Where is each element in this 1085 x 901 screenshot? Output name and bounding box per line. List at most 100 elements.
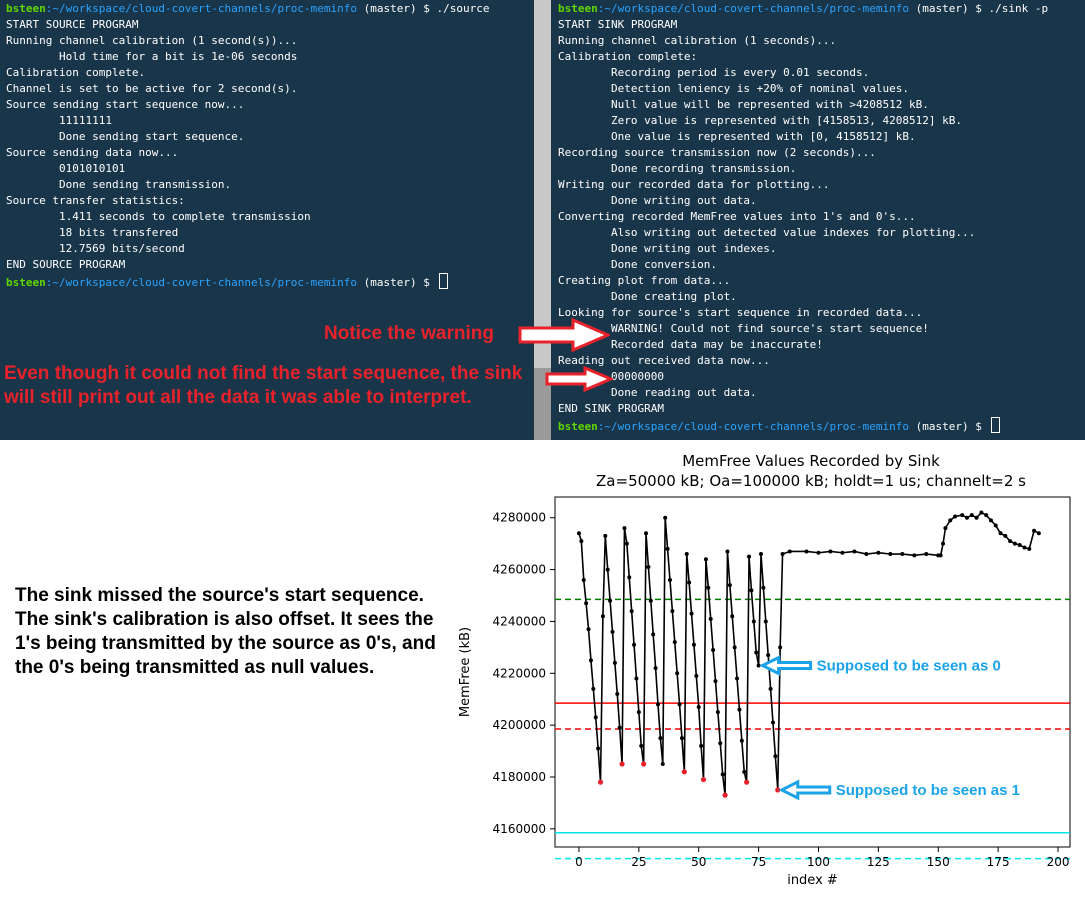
data-point	[646, 565, 651, 569]
one-value-point	[641, 761, 647, 767]
source-line: Done sending start sequence.	[58, 130, 245, 143]
data-point	[778, 645, 783, 650]
data-point	[684, 552, 689, 557]
one-value-point	[619, 761, 625, 767]
data-point	[761, 585, 766, 590]
data-point	[974, 515, 979, 520]
data-point	[644, 531, 649, 536]
data-point	[610, 629, 615, 634]
y-tick-label: 4220000	[493, 666, 546, 680]
data-point	[998, 531, 1003, 536]
sink-prompt-end[interactable]: bsteen:~/workspace/cloud-covert-channels…	[558, 417, 1000, 433]
sink-line: Done writing out data.	[610, 194, 757, 207]
sink-line: Done recording transmission.	[610, 162, 797, 175]
data-point	[1036, 531, 1041, 536]
data-point	[749, 588, 754, 593]
memfree-chart: MemFree Values Recorded by Sink Za=50000…	[458, 452, 1071, 888]
source-line: 18 bits transfered	[58, 226, 179, 239]
one-value-point	[744, 779, 750, 785]
data-point	[1022, 545, 1027, 550]
data-point	[780, 552, 785, 557]
cursor-block	[990, 417, 1000, 433]
x-tick-label: 25	[631, 855, 646, 869]
data-point	[876, 550, 881, 555]
data-point	[632, 642, 637, 647]
data-point	[864, 552, 869, 557]
y-tick-label: 4240000	[493, 614, 546, 628]
data-point	[969, 513, 974, 518]
data-point	[787, 549, 792, 554]
data-point	[665, 546, 670, 551]
data-point	[617, 725, 622, 730]
data-point	[770, 720, 775, 725]
data-point	[689, 611, 694, 616]
sink-print-annotation: Even though it could not find the start …	[4, 363, 523, 408]
data-point	[615, 692, 620, 697]
reference-lines	[555, 598, 1070, 860]
data-point	[1017, 542, 1022, 547]
prompt-branch: (master) $	[357, 2, 437, 15]
data-point	[648, 598, 653, 603]
data-point	[943, 526, 948, 531]
x-tick-label: 100	[807, 855, 830, 869]
data-point	[763, 619, 768, 624]
one-value-point	[700, 776, 707, 783]
data-point	[948, 518, 953, 523]
prompt-path: :~/workspace/cloud-covert-channels/proc-…	[45, 2, 358, 15]
data-point	[924, 552, 929, 557]
source-command: ./source	[436, 2, 490, 15]
data-point	[953, 514, 958, 519]
data-point	[988, 518, 993, 523]
data-point	[751, 619, 756, 624]
data-point	[711, 647, 716, 652]
data-point	[670, 609, 675, 614]
sink-line: WARNING! Could not find source's start s…	[610, 322, 929, 335]
data-point	[627, 575, 632, 580]
series-layer	[576, 510, 1041, 798]
data-point	[1003, 533, 1008, 538]
x-tick-label: 50	[691, 855, 706, 869]
data-point	[586, 627, 591, 632]
data-point	[653, 666, 658, 671]
data-point	[591, 686, 596, 691]
summary-line-1: The sink missed the source's start seque…	[15, 585, 424, 606]
data-arrow-icon	[545, 366, 613, 392]
prompt-path: :~/workspace/cloud-covert-channels/proc-…	[597, 420, 910, 433]
data-point	[677, 702, 682, 707]
data-point	[703, 557, 708, 562]
one-value-point	[722, 792, 728, 798]
prompt-user: bsteen	[558, 420, 598, 433]
data-point	[663, 515, 668, 520]
source-output-lines: START SOURCE PROGRAM Running channel cal…	[6, 18, 311, 271]
data-point	[687, 580, 692, 585]
y-tick-label: 4200000	[493, 718, 546, 732]
sink-terminal[interactable]: bsteen:~/workspace/cloud-covert-channels…	[552, 0, 1085, 440]
sink-line: Calibration complete:	[558, 50, 698, 63]
source-line: Source transfer statistics:	[6, 194, 185, 207]
data-point	[912, 553, 917, 558]
prompt-user: bsteen	[6, 2, 46, 15]
data-point	[696, 705, 701, 709]
sink-line: Detection leniency is +20% of nominal va…	[610, 82, 909, 95]
data-point	[773, 754, 778, 759]
sink-terminal-output: bsteen:~/workspace/cloud-covert-channels…	[552, 0, 1085, 435]
data-point	[636, 710, 641, 715]
sink-output-lines: START SINK PROGRAM Running channel calib…	[558, 18, 975, 415]
source-prompt-end[interactable]: bsteen:~/workspace/cloud-covert-channels…	[6, 273, 448, 289]
sink-line: Done conversion.	[610, 258, 717, 271]
source-line: END SOURCE PROGRAM	[6, 258, 126, 271]
data-point	[725, 549, 730, 554]
data-point	[900, 552, 905, 557]
sink-line: Also writing out detected value indexes …	[610, 226, 976, 239]
source-line: 12.7569 bits/second	[58, 242, 185, 255]
data-point	[828, 549, 833, 554]
source-line: Source sending start sequence now...	[6, 98, 245, 111]
sink-line: END SINK PROGRAM	[558, 402, 664, 415]
data-point	[660, 762, 665, 767]
x-tick-label: 150	[927, 855, 950, 869]
x-axis-label: index #	[787, 873, 838, 888]
data-point	[718, 741, 723, 746]
sink-line: Recording period is every 0.01 seconds.	[610, 66, 870, 79]
data-point	[634, 676, 639, 681]
y-axis-label: MemFree (kB)	[458, 627, 473, 717]
